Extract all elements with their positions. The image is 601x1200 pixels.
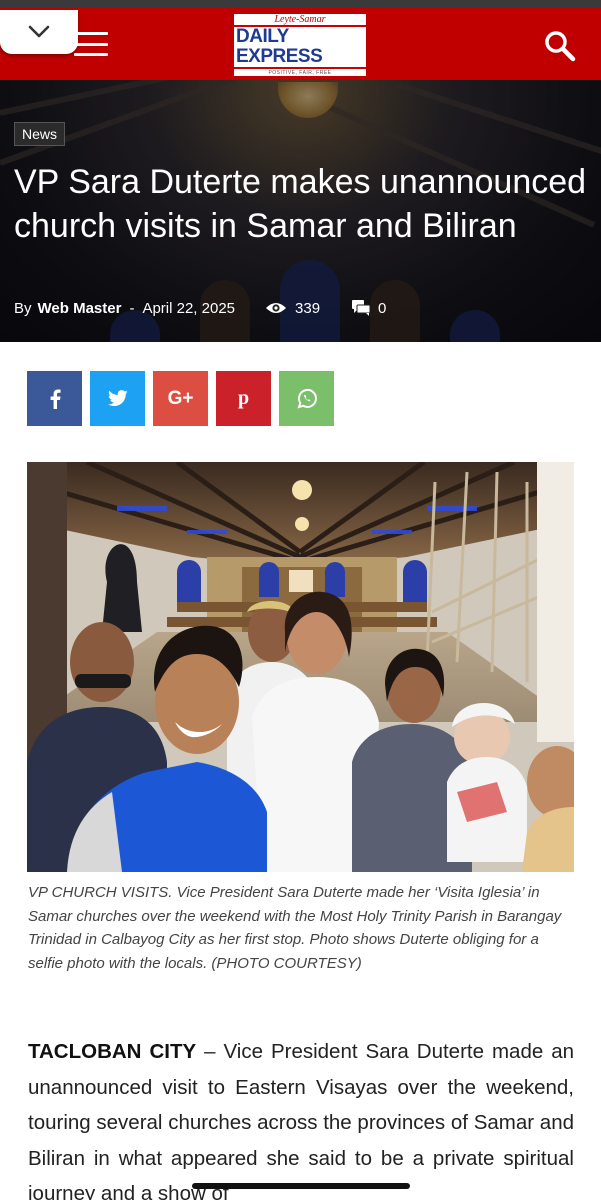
logo-top-text: Leyte-Samar: [274, 13, 326, 25]
search-icon: [545, 31, 576, 62]
twitter-bird-icon: [107, 389, 128, 406]
top-navigation-bar: Leyte-Samar DAILY EXPRESS POSITIVE, FAIR…: [0, 8, 601, 80]
comment-icon: [352, 300, 371, 316]
hamburger-menu-icon[interactable]: [74, 32, 108, 56]
search-button[interactable]: [542, 28, 578, 64]
google-plus-icon: G+: [167, 387, 194, 409]
church-selfie-image: [27, 462, 574, 872]
whatsapp-icon: [296, 388, 317, 408]
comments-count[interactable]: 0: [352, 300, 386, 317]
eye-icon: [266, 303, 287, 313]
publish-date: April 22, 2025: [142, 299, 236, 317]
share-googleplus-button[interactable]: G+: [153, 371, 208, 426]
share-buttons: G+ p: [27, 371, 334, 426]
share-twitter-button[interactable]: [90, 371, 145, 426]
category-badge[interactable]: News: [14, 122, 66, 146]
chevron-down-icon: [28, 25, 50, 38]
photo-caption: VP CHURCH VISITS. Vice President Sara Du…: [28, 884, 562, 972]
article-body: TACLOBAN CITY – Vice President Sara Dute…: [28, 1034, 574, 1200]
views-value: 339: [295, 299, 321, 317]
logo-tagline: POSITIVE, FAIR, FREE: [268, 69, 332, 76]
site-logo[interactable]: Leyte-Samar DAILY EXPRESS POSITIVE, FAIR…: [234, 14, 366, 76]
share-whatsapp-button[interactable]: [279, 371, 334, 426]
article-meta: By Web Master - April 22, 2025 339 0: [14, 298, 594, 318]
share-facebook-button[interactable]: [27, 371, 82, 426]
body-paragraph-1: Vice President Sara Duterte made an unan…: [28, 1040, 575, 1200]
author-link[interactable]: Web Master: [38, 300, 122, 317]
article-title: VP Sara Duterte makes unannounced church…: [14, 163, 587, 245]
by-label: By: [14, 299, 32, 317]
pinterest-icon: p: [237, 387, 250, 409]
featured-photo[interactable]: [27, 462, 574, 872]
collapse-tab-button[interactable]: [0, 10, 78, 54]
home-indicator[interactable]: [192, 1183, 410, 1189]
views-count: 339: [265, 300, 320, 317]
status-strip: [0, 0, 601, 8]
dateline: TACLOBAN CITY: [28, 1040, 197, 1063]
logo-main-text: DAILY EXPRESS: [234, 24, 366, 69]
facebook-icon: [50, 389, 61, 409]
meta-separator: -: [129, 299, 135, 317]
share-pinterest-button[interactable]: p: [216, 371, 271, 426]
comments-value: 0: [378, 299, 387, 317]
dateline-dash: –: [196, 1040, 224, 1063]
